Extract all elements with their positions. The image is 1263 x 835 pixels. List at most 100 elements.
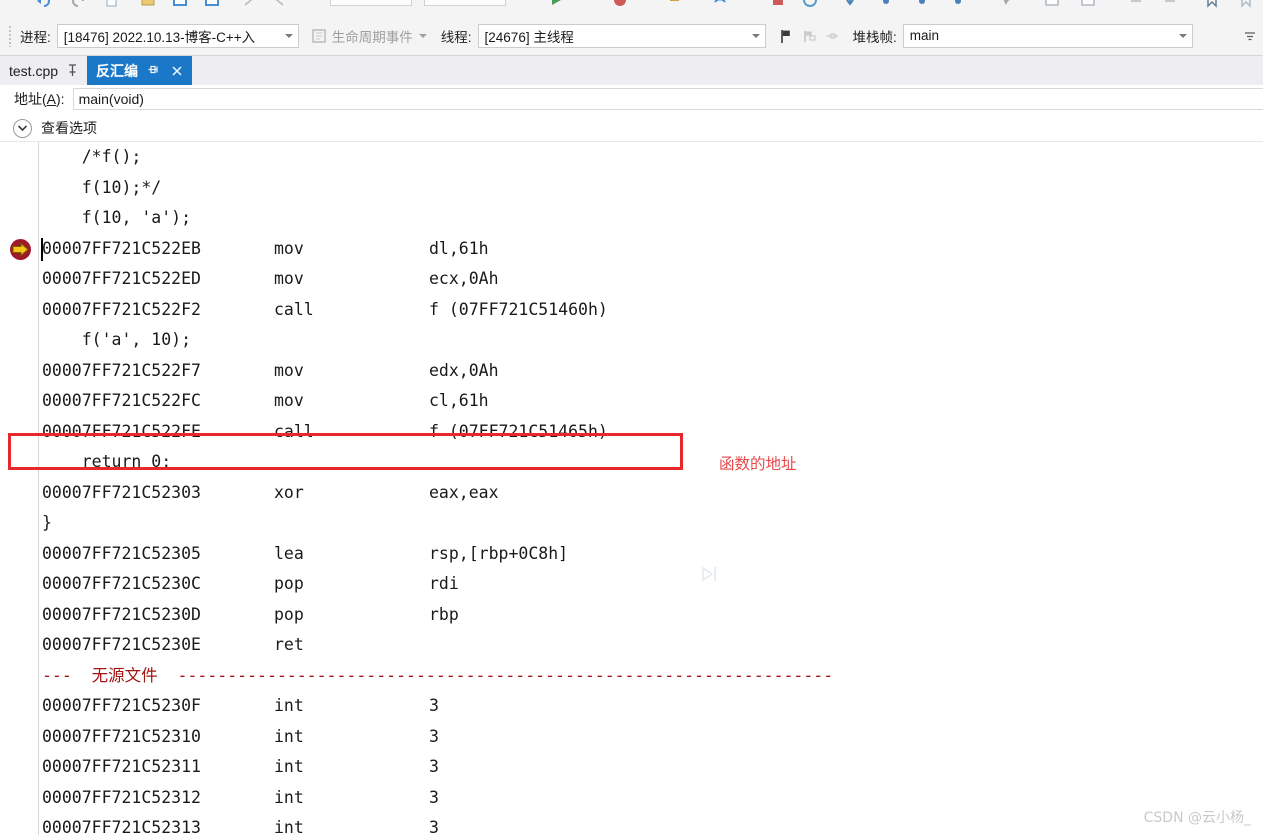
source-line[interactable]: return 0; xyxy=(0,447,1263,478)
disasm-line[interactable]: 00007FF721C5230C pop rdi xyxy=(0,569,1263,600)
new-file-icon[interactable] xyxy=(104,0,120,8)
instruction-address: 00007FF721C522F7 xyxy=(42,360,201,380)
address-input[interactable]: main(void) xyxy=(72,88,1263,110)
instruction-mnemonic: int xyxy=(274,818,304,835)
disasm-line[interactable]: 00007FF721C5230E ret xyxy=(0,630,1263,661)
process-combo[interactable]: [18476] 2022.10.13-博客-C++入 xyxy=(56,23,299,48)
memory-window-icon[interactable] xyxy=(1044,0,1060,8)
thread-value: [24676] 主线程 xyxy=(484,29,574,45)
link-threads-icon[interactable] xyxy=(822,26,842,46)
layout-icon[interactable] xyxy=(1080,0,1096,8)
step-over-icon[interactable] xyxy=(712,0,728,8)
instruction-address: 00007FF721C522EB xyxy=(42,238,201,258)
address-label: 地址(A): xyxy=(14,91,65,107)
current-instruction-pointer-icon[interactable] xyxy=(9,238,32,261)
source-line[interactable]: f('a', 10); xyxy=(0,325,1263,356)
instruction-text: 00007FF721C522EB mov dl,61h xyxy=(42,234,489,265)
toolbar-drag-handle[interactable] xyxy=(8,24,12,47)
disasm-line[interactable]: 00007FF721C52305 lea rsp,[rbp+0C8h] xyxy=(0,539,1263,570)
solution-platform-combo[interactable] xyxy=(424,0,506,6)
source-text: return 0; xyxy=(42,452,172,471)
source-line[interactable]: f(10);*/ xyxy=(0,173,1263,204)
bookmark-icon[interactable] xyxy=(1204,0,1220,8)
flag-icon[interactable] xyxy=(776,26,796,46)
disasm-line[interactable]: 00007FF721C5230F int 3 xyxy=(0,691,1263,722)
main-toolbar[interactable] xyxy=(0,0,1263,17)
step-over-dot-icon[interactable] xyxy=(878,0,894,8)
nav-back-icon[interactable] xyxy=(272,0,288,8)
bookmark-next-icon[interactable] xyxy=(1238,0,1254,8)
instruction-operands: dl,61h xyxy=(429,238,489,258)
chevron-down-icon[interactable] xyxy=(13,118,32,138)
source-line[interactable]: } xyxy=(0,508,1263,539)
thread-label: 线程: xyxy=(440,29,472,45)
disasm-line[interactable]: 00007FF721C52313 int 3 xyxy=(0,813,1263,835)
disasm-line[interactable]: 00007FF721C522EB mov dl,61h xyxy=(0,234,1263,265)
view-options-row[interactable]: 查看选项 xyxy=(0,115,1263,142)
instruction-text: 00007FF721C52305 lea rsp,[rbp+0C8h] xyxy=(42,539,568,570)
text-caret xyxy=(41,237,43,261)
stack-frame-combo[interactable]: main xyxy=(902,23,1193,48)
lifecycle-events-icon[interactable] xyxy=(309,26,329,46)
step-into-icon[interactable] xyxy=(842,0,858,8)
disasm-line[interactable]: 00007FF721C52312 int 3 xyxy=(0,783,1263,814)
outdent-icon[interactable] xyxy=(1162,0,1178,8)
source-line[interactable]: /*f(); xyxy=(0,142,1263,173)
save-all-icon[interactable] xyxy=(172,0,188,8)
disasm-line[interactable]: 00007FF721C522F2 call f (07FF721C51460h) xyxy=(0,295,1263,326)
pin-icon[interactable] xyxy=(67,64,78,77)
tab-label: test.cpp xyxy=(9,62,59,79)
lifecycle-events-dropdown[interactable]: 生命周期事件 xyxy=(332,26,427,46)
disasm-line[interactable]: 00007FF721C52311 int 3 xyxy=(0,752,1263,783)
instruction-text: 00007FF721C522F2 call f (07FF721C51460h) xyxy=(42,295,608,326)
toolbar-overflow-icon[interactable] xyxy=(1243,29,1257,43)
save-icon[interactable] xyxy=(140,0,156,8)
indent-icon[interactable] xyxy=(1128,0,1144,8)
stop-square-icon[interactable] xyxy=(770,0,786,8)
select-tool-icon[interactable] xyxy=(998,0,1014,8)
instruction-address: 00007FF721C5230F xyxy=(42,696,201,715)
close-icon[interactable] xyxy=(171,65,183,77)
chevron-down-icon xyxy=(751,33,760,38)
restart-circle-icon[interactable] xyxy=(802,0,818,8)
disasm-line[interactable]: 00007FF721C522F7 mov edx,0Ah xyxy=(0,356,1263,387)
instruction-text: 00007FF721C5230D pop rbp xyxy=(42,600,459,631)
save-copy-icon[interactable] xyxy=(204,0,220,8)
step-out-dot-icon[interactable] xyxy=(914,0,930,8)
stop-debug-icon[interactable] xyxy=(612,0,628,8)
disasm-line[interactable]: 00007FF721C522ED mov ecx,0Ah xyxy=(0,264,1263,295)
undo-icon[interactable] xyxy=(36,0,52,8)
run-to-cursor-icon[interactable] xyxy=(700,565,722,583)
instruction-operands: eax,eax xyxy=(429,482,499,502)
instruction-mnemonic: mov xyxy=(274,238,304,258)
restart-icon[interactable] xyxy=(668,0,684,8)
instruction-mnemonic: pop xyxy=(274,574,304,593)
disasm-line[interactable]: 00007FF721C5230D pop rbp xyxy=(0,600,1263,631)
pin-icon[interactable] xyxy=(148,64,159,77)
disasm-line[interactable]: 00007FF721C52310 int 3 xyxy=(0,722,1263,753)
source-line[interactable]: f(10, 'a'); xyxy=(0,203,1263,234)
step-dot-icon[interactable] xyxy=(950,0,966,8)
redo-icon[interactable] xyxy=(70,0,86,8)
disasm-line[interactable]: 00007FF721C522FC mov cl,61h xyxy=(0,386,1263,417)
source-text: /*f(); xyxy=(42,147,142,166)
tab-disassembly[interactable]: 反汇编 xyxy=(87,56,193,85)
disassembly-pane[interactable]: /*f(); f(10);*/ f(10, 'a'); 00007FF721C52… xyxy=(0,142,1263,835)
start-debug-icon[interactable] xyxy=(548,0,564,8)
instruction-text: 00007FF721C522F7 mov edx,0Ah xyxy=(42,356,499,387)
instruction-address: 00007FF721C522FC xyxy=(42,391,201,410)
flags-multiple-icon[interactable] xyxy=(799,26,819,46)
thread-combo[interactable]: [24676] 主线程 xyxy=(477,23,766,48)
address-bar: 地址(A): main(void) xyxy=(0,85,1263,113)
solution-config-combo[interactable] xyxy=(330,0,412,6)
instruction-mnemonic: lea xyxy=(274,543,304,563)
stack-frame-label: 堆栈帧: xyxy=(852,29,897,45)
instruction-address: 00007FF721C52305 xyxy=(42,543,201,563)
tab-test-cpp[interactable]: test.cpp xyxy=(0,56,88,85)
instruction-operands: rdi xyxy=(429,574,459,593)
disasm-line[interactable]: 00007FF721C52303 xor eax,eax xyxy=(0,478,1263,509)
instruction-operands: 3 xyxy=(429,818,439,835)
nav-forward-icon[interactable] xyxy=(240,0,256,8)
no-source-separator[interactable]: --- 无源文件 -------------------------------… xyxy=(0,661,1263,692)
disasm-line[interactable]: 00007FF721C522FE call f (07FF721C51465h) xyxy=(0,417,1263,448)
